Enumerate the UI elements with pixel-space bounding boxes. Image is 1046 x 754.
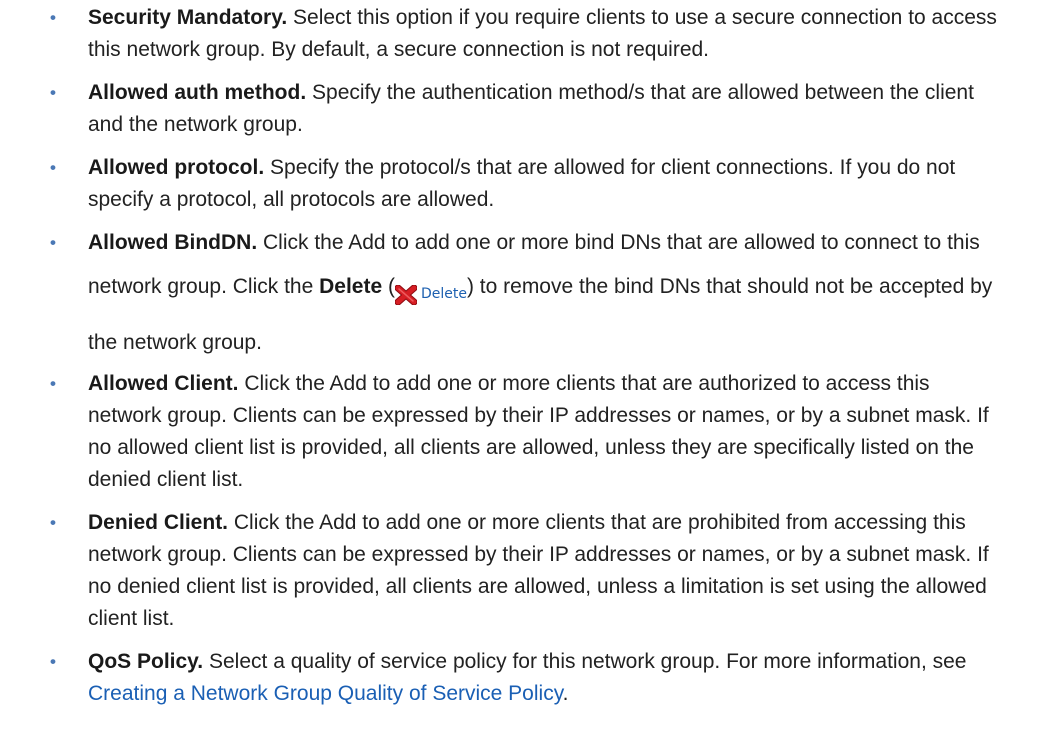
list-item-allowed-binddn: • Allowed BindDN. Click the Add to add o… <box>0 221 1046 365</box>
delete-icon-label: Delete <box>420 286 467 302</box>
bullet-icon: • <box>50 233 56 252</box>
bullet-icon: • <box>50 83 56 102</box>
bullet-icon: • <box>50 652 56 671</box>
term-allowed-binddn: Allowed BindDN. <box>88 231 258 254</box>
delete-x-icon <box>394 285 417 305</box>
bullet-icon: • <box>50 158 56 177</box>
sentence-end: . <box>562 682 569 705</box>
term-allowed-protocol: Allowed protocol. <box>88 156 265 179</box>
term-denied-client: Denied Client. <box>88 511 229 534</box>
creating-network-group-qos-policy-link[interactable]: Creating a Network Group Quality of Serv… <box>88 682 563 705</box>
list-item-security-mandatory: • Security Mandatory. Select this option… <box>0 2 1046 66</box>
list-item-qos-policy: • QoS Policy. Select a quality of servic… <box>0 646 1046 710</box>
option-list: • Security Mandatory. Select this option… <box>0 2 1046 721</box>
list-item-denied-client: • Denied Client. Click the Add to add on… <box>0 507 1046 635</box>
term-allowed-auth-method: Allowed auth method. <box>88 81 307 104</box>
delete-button-image: Delete <box>394 281 467 321</box>
bullet-icon: • <box>50 513 56 532</box>
delete-keyword: Delete <box>319 275 383 298</box>
bullet-icon: • <box>50 8 56 27</box>
list-item-allowed-client: • Allowed Client. Click the Add to add o… <box>0 368 1046 496</box>
term-allowed-client: Allowed Client. <box>88 372 239 395</box>
paren-open: ( <box>382 275 395 298</box>
term-qos-policy: QoS Policy. <box>88 650 204 673</box>
list-item-allowed-protocol: • Allowed protocol. Specify the protocol… <box>0 152 1046 216</box>
list-item-allowed-auth-method: • Allowed auth method. Specify the authe… <box>0 77 1046 141</box>
term-security-mandatory: Security Mandatory. <box>88 6 288 29</box>
bullet-icon: • <box>50 374 56 393</box>
description-qos-policy: Select a quality of service policy for t… <box>203 650 967 673</box>
